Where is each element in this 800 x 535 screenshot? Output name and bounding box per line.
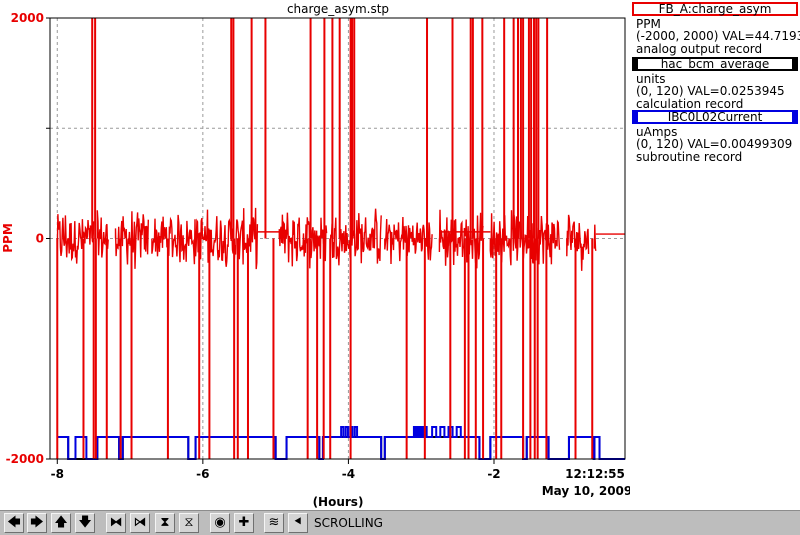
back-button[interactable]: ⯇ bbox=[288, 513, 308, 533]
zoom-out-vertical-icon: ⧖ bbox=[184, 515, 194, 530]
zoom-in-vertical-icon: ⧗ bbox=[160, 515, 170, 530]
add-trace-button[interactable]: ✚ bbox=[234, 513, 254, 533]
x-tick-label: -6 bbox=[196, 467, 209, 481]
chart-plot[interactable]: -2000 0 2000 -8 -6 -4 -2 12:12:55 May 10, 2009 (H… bbox=[0, 0, 630, 510]
zoom-out-horizontal-button[interactable]: ⧒ bbox=[130, 513, 150, 533]
scroll-right-icon: 🡆 bbox=[30, 515, 44, 530]
x-axis-label: (Hours) bbox=[313, 495, 364, 509]
mode-label: SCROLLING bbox=[314, 516, 383, 530]
scroll-down-icon: 🡇 bbox=[78, 515, 92, 530]
add-trace-icon: ✚ bbox=[238, 515, 250, 530]
x-tick-label: -2 bbox=[487, 467, 500, 481]
scroll-left-button[interactable]: 🡄 bbox=[4, 513, 24, 533]
legend-entry-hac-bcm-average[interactable]: hac_bcm_average bbox=[632, 57, 798, 71]
x-end-time-label: 12:12:55 bbox=[565, 467, 625, 481]
zoom-in-horizontal-button[interactable]: ⧓ bbox=[106, 513, 126, 533]
auto-scale-icon: ◉ bbox=[214, 515, 226, 530]
y-axis-label: PPM bbox=[1, 223, 15, 253]
scroll-up-icon: 🡅 bbox=[54, 515, 68, 530]
zoom-out-horizontal-icon: ⧒ bbox=[133, 515, 147, 530]
scroll-left-icon: 🡄 bbox=[7, 515, 21, 530]
legend-entry-charge-asym[interactable]: FB_A:charge_asym bbox=[632, 2, 798, 16]
auto-scale-button[interactable]: ◉ bbox=[210, 513, 230, 533]
zoom-in-horizontal-icon: ⧓ bbox=[109, 515, 123, 530]
x-end-date-label: May 10, 2009 bbox=[542, 484, 630, 498]
x-tick-label: -4 bbox=[342, 467, 355, 481]
back-icon: ⯇ bbox=[292, 515, 304, 530]
y-tick-label: -2000 bbox=[6, 452, 44, 466]
legend: FB_A:charge_asym PPM (-2000, 2000) VAL=4… bbox=[630, 0, 800, 170]
x-tick-label: -8 bbox=[51, 467, 64, 481]
toolbar: 🡄 🡆 🡅 🡇 ⧓ ⧒ ⧗ ⧖ ◉ ✚ ≋ ⯇ SCROLLING bbox=[0, 510, 800, 535]
scroll-down-button[interactable]: 🡇 bbox=[75, 513, 95, 533]
y-tick-label: 0 bbox=[36, 232, 44, 246]
style-button[interactable]: ≋ bbox=[264, 513, 284, 533]
legend-record-type: subroutine record bbox=[636, 150, 743, 164]
scroll-right-button[interactable]: 🡆 bbox=[27, 513, 47, 533]
scroll-up-button[interactable]: 🡅 bbox=[51, 513, 71, 533]
legend-record-type: analog output record bbox=[636, 42, 763, 56]
legend-entry-ibc0l02current[interactable]: IBC0L02Current bbox=[632, 110, 798, 124]
zoom-in-vertical-button[interactable]: ⧗ bbox=[155, 513, 175, 533]
style-icon: ≋ bbox=[268, 515, 280, 530]
zoom-out-vertical-button[interactable]: ⧖ bbox=[179, 513, 199, 533]
y-tick-label: 2000 bbox=[11, 11, 44, 25]
